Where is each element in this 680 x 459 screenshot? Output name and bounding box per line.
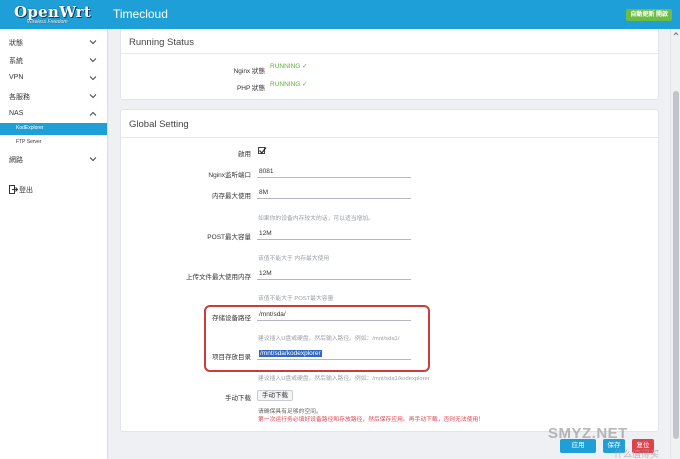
- sidebar: 狀態 系統 VPN 各服務 NAS KodExplorer FTP Server…: [0, 29, 108, 459]
- nginx-status-value: RUNNING ✓: [270, 63, 308, 70]
- upload-input[interactable]: 12M: [257, 269, 411, 280]
- auto-refresh-button[interactable]: 自動更新 開啟: [626, 9, 672, 21]
- memory-input[interactable]: 8M: [257, 188, 411, 199]
- php-status-value: RUNNING ✓: [270, 81, 308, 88]
- page-scrollbar[interactable]: [670, 29, 680, 459]
- port-input[interactable]: 8081: [257, 167, 411, 178]
- sidebar-item-services[interactable]: 各服務: [0, 88, 107, 106]
- logo-subtitle: Wireless Freedom: [27, 19, 68, 25]
- main-content: Running Status Nginx 狀態 RUNNING ✓ PHP 狀態…: [108, 29, 680, 459]
- chevron-down-icon: [89, 74, 97, 82]
- project-dir-hint: 建议插入U盘或硬盘，然后输入路径。例如：/mnt/sda1/kodexplore…: [258, 376, 430, 382]
- post-label: POST最大容量: [207, 234, 251, 241]
- sidebar-item-label: VPN: [9, 74, 24, 81]
- chevron-down-icon: [89, 38, 97, 46]
- chevron-up-icon: [89, 110, 97, 118]
- page-title: Timecloud: [113, 7, 168, 21]
- nginx-status-label: Nginx 狀態: [233, 68, 265, 75]
- global-setting-card: Global Setting 啟用 Nginx监听端口 8081 内存最大使用 …: [120, 109, 659, 432]
- running-status-title: Running Status: [129, 37, 194, 48]
- sidebar-item-label: 網路: [9, 157, 23, 164]
- logout-icon: [9, 185, 19, 194]
- openwrt-logo[interactable]: OpenWrt Wireless Freedom: [0, 0, 108, 29]
- sidebar-item-label: 各服務: [9, 94, 30, 101]
- chevron-down-icon: [89, 56, 97, 64]
- sidebar-item-vpn[interactable]: VPN: [0, 70, 107, 88]
- manual-download-warning: 第一次运行务必填好设备路径和存放路径，然后保存应用。再手动下载，否则无法使用！: [258, 417, 485, 423]
- sidebar-item-label: 狀態: [9, 40, 23, 47]
- sidebar-item-system[interactable]: 系統: [0, 52, 107, 70]
- sidebar-item-status[interactable]: 狀態: [0, 34, 107, 52]
- logout-label: 登出: [19, 187, 33, 194]
- chevron-down-icon: [89, 92, 97, 100]
- top-bar: OpenWrt Wireless Freedom Timecloud 自動更新 …: [0, 0, 680, 29]
- watermark: SMYZ.NET: [548, 425, 628, 442]
- sidebar-subitem-label: FTP Server: [16, 139, 42, 145]
- sidebar-item-network[interactable]: 網路: [0, 151, 107, 169]
- upload-label: 上传文件最大使用内存: [186, 274, 251, 281]
- post-input[interactable]: 12M: [257, 229, 411, 240]
- post-hint: 该值不能大于 内存最大使用: [258, 256, 330, 262]
- upload-input-value: 12M: [259, 270, 272, 277]
- sidebar-subitem-label: KodExplorer: [16, 125, 44, 131]
- sidebar-item-label: 系統: [9, 58, 23, 65]
- memory-input-value: 8M: [259, 189, 269, 196]
- watermark-subtitle: 什么值得买: [614, 449, 660, 459]
- port-label: Nginx监听端口: [208, 172, 251, 179]
- highlight-annotation: [204, 305, 430, 372]
- upload-hint: 该值不能大于 POST最大容量: [258, 296, 334, 302]
- post-input-value: 12M: [259, 230, 272, 237]
- memory-hint: 如果你的设备内存较大的话，可以适当增加。: [258, 216, 374, 222]
- card-divider: [121, 137, 658, 138]
- sidebar-item-label: NAS: [9, 110, 24, 117]
- enable-label: 啟用: [238, 151, 251, 158]
- manual-download-button[interactable]: 手动下载: [257, 390, 293, 401]
- scroll-up-icon[interactable]: [673, 31, 679, 37]
- sidebar-subitem-kodexplorer[interactable]: KodExplorer: [0, 123, 107, 135]
- memory-label: 内存最大使用: [212, 193, 251, 200]
- sidebar-item-nas[interactable]: NAS: [0, 106, 107, 124]
- php-status-label: PHP 狀態: [236, 85, 265, 92]
- running-status-card: Running Status Nginx 狀態 RUNNING ✓ PHP 狀態…: [120, 29, 660, 100]
- scroll-thumb[interactable]: [673, 91, 679, 439]
- global-setting-title: Global Setting: [129, 119, 189, 130]
- sidebar-subitem-ftp-server[interactable]: FTP Server: [0, 137, 107, 149]
- enable-checkbox[interactable]: [258, 147, 267, 154]
- manual-download-label: 手动下载: [225, 395, 251, 402]
- chevron-down-icon: [89, 155, 97, 163]
- card-divider: [121, 53, 660, 54]
- port-input-value: 8081: [259, 168, 274, 175]
